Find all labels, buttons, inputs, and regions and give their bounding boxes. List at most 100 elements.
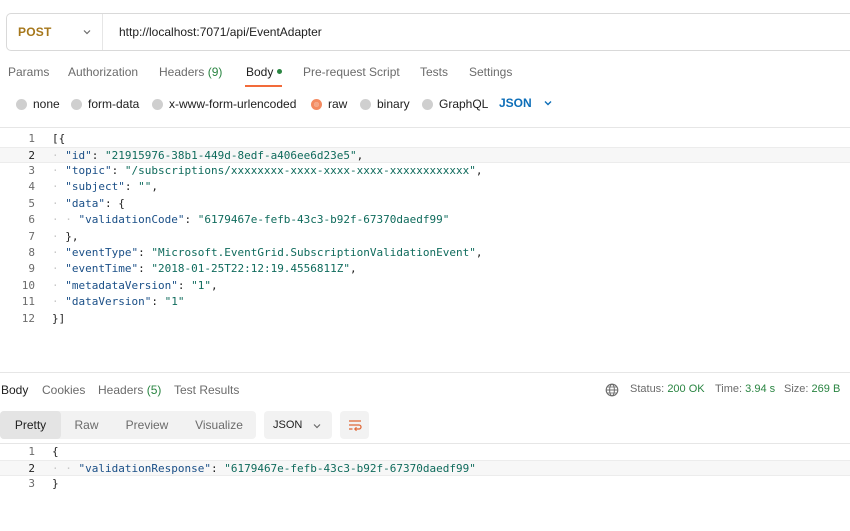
radio-button	[360, 98, 371, 110]
tab-headers[interactable]: Headers (9)	[159, 65, 222, 79]
method-select[interactable]: POST	[7, 14, 103, 50]
code-text: · "dataVersion": "1"	[52, 295, 185, 308]
request-body-editor[interactable]: 1 [{ 2 · "id": "21915976-38b1-449d-8edf-a4…	[0, 130, 850, 370]
code-line-current: 2 · "id": "21915976-38b1-449d-8edf-a406ee…	[0, 147, 850, 163]
response-tab-headers[interactable]: Headers (5)	[98, 383, 161, 397]
line-number: 7	[28, 230, 35, 243]
line-number: 9	[28, 262, 35, 275]
code-line: 3}	[0, 476, 850, 492]
code-line: 5 · "data": {	[0, 196, 850, 212]
line-number: 10	[21, 279, 35, 292]
view-visualize[interactable]: Visualize	[182, 411, 256, 439]
code-line: 6 · · "validationCode": "6179467e-fefb-43…	[0, 212, 850, 228]
radio-form-data[interactable]: form-data	[71, 97, 139, 111]
response-tab-cookies[interactable]: Cookies	[42, 383, 85, 397]
wrap-lines-button[interactable]	[340, 411, 369, 439]
wrap-lines-icon	[348, 420, 362, 432]
tab-settings[interactable]: Settings	[469, 65, 512, 79]
url-bar: POST http://localhost:7071/api/EventAdap…	[6, 13, 850, 51]
line-number: 2	[28, 462, 35, 475]
time-label: Time:	[715, 383, 743, 395]
radio-label: none	[33, 97, 60, 111]
tab-pre-request-script[interactable]: Pre-request Script	[303, 65, 400, 79]
code-text: · "eventType": "Microsoft.EventGrid.Subs…	[52, 246, 483, 259]
code-text: · "eventTime": "2018-01-25T22:12:19.4556…	[52, 262, 357, 275]
code-text: }]	[52, 312, 66, 325]
chevron-down-icon	[313, 424, 321, 429]
code-line: 8 · "eventType": "Microsoft.EventGrid.Sub…	[0, 245, 850, 261]
time-value: 3.94 s	[745, 383, 776, 395]
tab-body-label: Body	[246, 65, 274, 79]
chevron-down-icon	[83, 30, 91, 35]
code-text: · · "validationCode": "6179467e-fefb-43c…	[52, 213, 450, 226]
response-tabs: Body Cookies Headers (5) Test Results St…	[0, 381, 850, 401]
view-raw[interactable]: Raw	[61, 411, 112, 439]
tab-authorization[interactable]: Authorization	[68, 65, 138, 79]
response-tab-test-results[interactable]: Test Results	[174, 383, 239, 397]
size-value: 269 B	[811, 383, 841, 395]
code-line: 9 · "eventTime": "2018-01-25T22:12:19.455…	[0, 261, 850, 277]
active-tab-underline	[245, 85, 282, 87]
code-text: · "metadataVersion": "1",	[52, 279, 218, 292]
code-text: · "data": {	[52, 197, 125, 210]
line-number: 3	[28, 164, 35, 177]
response-view-selector: Pretty Raw Preview Visualize	[0, 411, 256, 439]
line-number: 11	[21, 295, 35, 308]
response-status[interactable]: Status: 200 OK	[630, 383, 705, 395]
status-value: 200 OK	[667, 383, 705, 395]
body-type-options: none form-data x-www-form-urlencoded raw…	[0, 95, 850, 115]
code-line: 12}]	[0, 311, 850, 327]
globe-icon[interactable]	[605, 383, 619, 397]
code-line: 4 · "subject": "",	[0, 179, 850, 195]
pane-divider[interactable]	[0, 372, 850, 373]
response-tab-body[interactable]: Body	[1, 383, 28, 397]
line-number: 6	[28, 213, 35, 226]
tab-body[interactable]: Body	[246, 65, 283, 79]
tab-headers-label: Headers	[159, 65, 205, 79]
response-time[interactable]: Time: 3.94 s	[715, 383, 775, 395]
radio-x-www-form-urlencoded[interactable]: x-www-form-urlencoded	[152, 97, 296, 111]
line-number: 5	[28, 197, 35, 210]
code-text: · · "validationResponse": "6179467e-fefb…	[52, 462, 476, 475]
line-number: 12	[21, 312, 35, 325]
radio-raw[interactable]: raw	[311, 97, 347, 111]
url-input[interactable]: http://localhost:7071/api/EventAdapter	[103, 25, 322, 39]
code-line: 7 · },	[0, 229, 850, 245]
line-number: 1	[28, 445, 35, 458]
radio-label: x-www-form-urlencoded	[169, 97, 297, 111]
tab-params[interactable]: Params	[8, 65, 49, 79]
radio-label: GraphQL	[439, 97, 489, 111]
tab-headers-count: (9)	[207, 65, 223, 79]
line-number: 4	[28, 180, 35, 193]
radio-button	[71, 98, 82, 110]
response-tab-headers-count: (5)	[146, 383, 162, 397]
radio-label: binary	[377, 97, 410, 111]
size-label: Size:	[784, 383, 809, 395]
response-format-select[interactable]: JSON	[264, 411, 332, 439]
code-text: }	[52, 477, 59, 490]
code-line: 1 [{	[0, 131, 850, 147]
body-format-select[interactable]: JSON	[499, 96, 553, 110]
method-label: POST	[18, 25, 52, 39]
body-format-label: JSON	[499, 96, 532, 110]
code-text: · "subject": "",	[52, 180, 158, 193]
code-line: 10 · "metadataVersion": "1",	[0, 278, 850, 294]
radio-button	[16, 98, 27, 110]
radio-binary[interactable]: binary	[360, 97, 410, 111]
tab-tests[interactable]: Tests	[420, 65, 448, 79]
line-number: 3	[28, 477, 35, 490]
radio-none[interactable]: none	[16, 97, 60, 111]
response-body-viewer[interactable]: 1{ 2 · · "validationResponse": "6179467e-…	[0, 444, 850, 504]
radio-label: raw	[328, 97, 348, 111]
response-size[interactable]: Size: 269 B	[784, 383, 840, 395]
response-format-label: JSON	[273, 419, 303, 431]
line-number: 1	[28, 132, 35, 145]
view-preview[interactable]: Preview	[112, 411, 182, 439]
code-line: 1{	[0, 444, 850, 460]
response-tab-headers-label: Headers	[98, 383, 144, 397]
radio-label: form-data	[88, 97, 140, 111]
status-label: Status:	[630, 383, 665, 395]
radio-graphql[interactable]: GraphQL	[422, 97, 488, 111]
code-text: {	[52, 445, 59, 458]
view-pretty[interactable]: Pretty	[0, 411, 61, 439]
